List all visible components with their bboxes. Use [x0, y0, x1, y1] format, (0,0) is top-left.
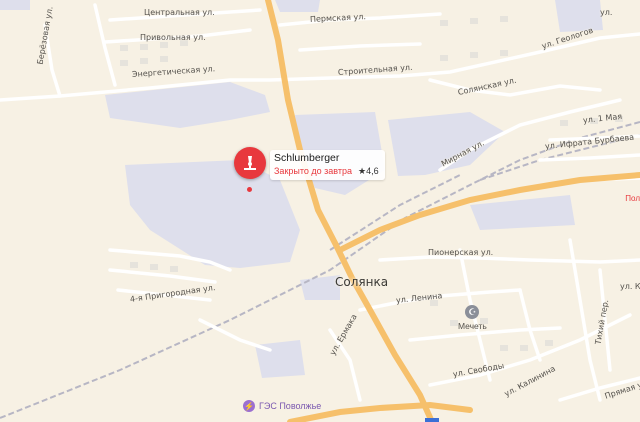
map-canvas[interactable]: Центральная ул. Привольная ул. Берёзовая…: [0, 0, 640, 422]
crescent-icon: ☪: [465, 305, 480, 319]
street-label: Привольная ул.: [140, 33, 206, 42]
mosque-poi[interactable]: ☪ Мечеть: [458, 305, 487, 331]
ges-poi[interactable]: ⚡ ГЭС Поволжье: [243, 400, 321, 412]
street-label: ул. Ки: [620, 282, 640, 291]
offscreen-poi-label[interactable]: Пол: [625, 194, 640, 203]
street-label: Центральная ул.: [144, 8, 215, 17]
schlumberger-pin[interactable]: [234, 147, 266, 179]
power-icon: ⚡: [243, 400, 255, 412]
street-label: ул.: [600, 8, 613, 17]
poi-card[interactable]: Schlumberger Закрыто до завтра ★4,6: [270, 150, 385, 180]
ges-label: ГЭС Поволжье: [259, 401, 322, 411]
poi-location-dot: [247, 187, 252, 192]
poi-name: Schlumberger: [274, 152, 340, 164]
poi-rating: ★4,6: [358, 166, 379, 176]
transit-marker[interactable]: [425, 418, 439, 422]
street-label: Пионерская ул.: [428, 248, 494, 257]
main-highway: [265, 0, 640, 422]
poi-status: Закрыто до завтра: [274, 166, 352, 176]
mosque-label: Мечеть: [458, 321, 487, 331]
microscope-icon: [244, 156, 256, 170]
map-base-layer: [0, 0, 640, 422]
settlement-label: Солянка: [335, 275, 389, 289]
